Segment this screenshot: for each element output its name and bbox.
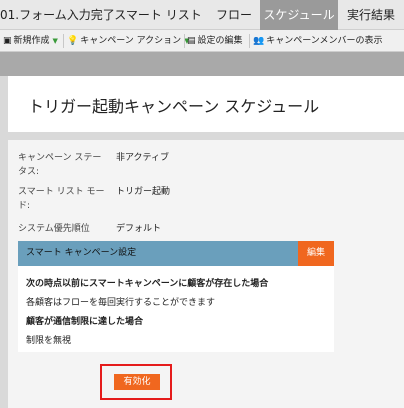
toolbar-divider	[249, 34, 250, 48]
activate-highlight: 有効化	[100, 364, 172, 400]
toolbar-divider	[63, 34, 64, 48]
priority-label: システム優先順位	[18, 224, 90, 234]
new-icon: ▣	[3, 36, 12, 46]
status-label: キャンペーン ステータス:	[18, 153, 102, 177]
members-icon: 👥	[253, 36, 265, 46]
smart-campaign-settings-body: 次の時点以前にスマートキャンペーンに顧客が存在した場合 各顧客はフローを毎回実行…	[18, 266, 334, 352]
lightbulb-icon: 💡	[67, 36, 79, 46]
header-band	[0, 52, 404, 76]
view-members-label: キャンペーンメンバーの表示	[266, 36, 383, 46]
tab-smart-list[interactable]: スマート リスト	[108, 0, 208, 30]
campaign-action-button[interactable]: 💡 キャンペーン アクション ▼	[67, 30, 190, 52]
page-title: トリガー起動キャンペーン スケジュール	[28, 97, 320, 116]
edit-settings-label: 設定の編集	[197, 36, 243, 46]
smart-campaign-settings-title: スマート キャンペーン設定	[26, 248, 137, 258]
communication-limit-value: 制限を無視	[26, 336, 72, 346]
activate-button[interactable]: 有効化	[114, 374, 160, 390]
title-panel: トリガー起動キャンペーン スケジュール	[8, 76, 404, 132]
new-label: 新規作成	[13, 36, 50, 46]
toolbar-divider	[184, 34, 185, 48]
tab-schedule[interactable]: スケジュール	[260, 0, 338, 30]
status-value: 非アクティブ	[116, 153, 170, 163]
toolbar: ▣ 新規作成 ▼ 💡 キャンペーン アクション ▼ ▤ 設定の編集 👥 キャンペーンメンバー…	[0, 30, 404, 52]
edit-button[interactable]: 編集	[298, 241, 334, 266]
dropdown-arrow-icon: ▼	[52, 37, 58, 45]
existing-customer-heading: 次の時点以前にスマートキャンペーンに顧客が存在した場合	[26, 279, 269, 289]
mode-value: トリガー起動	[116, 187, 171, 197]
edit-settings-button[interactable]: ▤ 設定の編集	[187, 30, 243, 52]
smart-campaign-settings-header: スマート キャンペーン設定	[18, 241, 334, 266]
priority-value: デフォルト	[116, 224, 162, 234]
campaign-action-label: キャンペーン アクション	[80, 36, 182, 46]
tab-results[interactable]: 実行結果	[338, 0, 404, 30]
new-button[interactable]: ▣ 新規作成 ▼	[3, 30, 58, 52]
existing-customer-value: 各顧客はフローを毎回実行することができます	[26, 298, 216, 308]
schedule-panel: キャンペーン ステータス: 非アクティブ スマート リスト モード: トリガー起…	[8, 140, 404, 408]
settings-icon: ▤	[187, 36, 196, 46]
tab-flow[interactable]: フロー	[208, 0, 260, 30]
communication-limit-heading: 顧客が通信制限に達した場合	[26, 317, 144, 327]
tab-bar: 01.フォーム入力完了 スマート リスト フロー スケジュール 実行結果	[0, 0, 404, 30]
view-members-button[interactable]: 👥 キャンペーンメンバーの表示	[253, 30, 383, 52]
mode-label: スマート リスト モード:	[18, 187, 105, 211]
tab-campaign-name[interactable]: 01.フォーム入力完了	[0, 0, 115, 30]
